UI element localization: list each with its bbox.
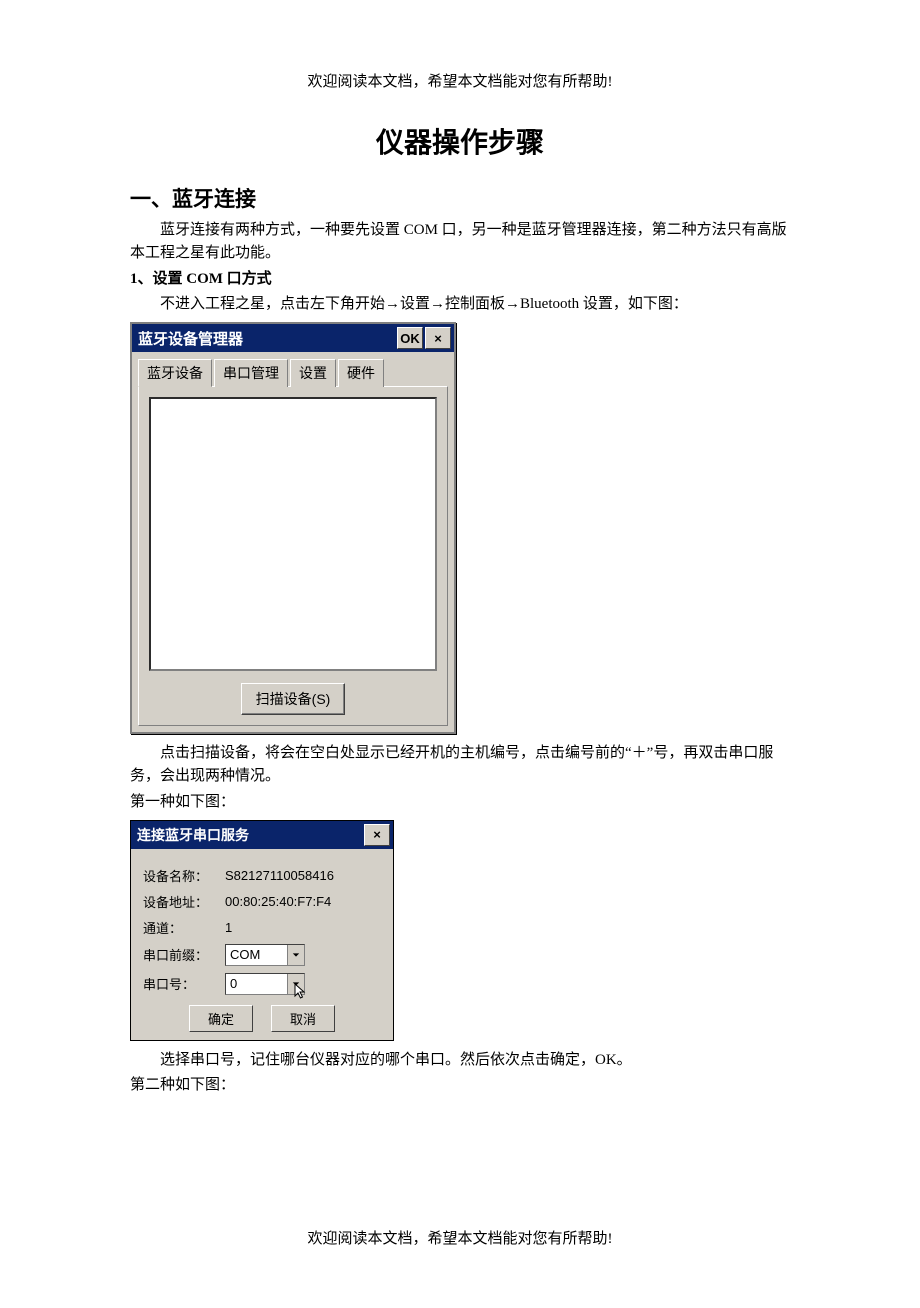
dialog2-close-button[interactable]: × [364, 824, 390, 846]
page-footer-greeting: 欢迎阅读本文档，希望本文档能对您有所帮助! [130, 1227, 790, 1248]
serial-number-value: 0 [226, 976, 287, 991]
dialog1-close-button[interactable]: × [425, 327, 451, 349]
dialog2-form: 设备名称： S82127110058416 设备地址： 00:80:25:40:… [131, 849, 393, 1040]
bluetooth-device-manager-dialog: 蓝牙设备管理器 OK × 蓝牙设备 串口管理 设置 硬件 扫描设备(S) [130, 322, 456, 734]
chevron-down-icon [287, 974, 304, 994]
section-1-heading: 一、蓝牙连接 [130, 183, 790, 213]
dialog1-titlebar: 蓝牙设备管理器 OK × [132, 324, 454, 352]
device-name-value: S82127110058416 [225, 868, 334, 883]
serial-prefix-value: COM [226, 947, 287, 962]
tab-serial-management[interactable]: 串口管理 [214, 359, 288, 387]
dialog2-ok-button[interactable]: 确定 [189, 1005, 253, 1032]
tab-bluetooth-devices[interactable]: 蓝牙设备 [138, 359, 212, 387]
serial-prefix-combobox[interactable]: COM [225, 944, 305, 966]
dialog2-cancel-button[interactable]: 取消 [271, 1005, 335, 1032]
section-1-p4: 第一种如下图： [130, 791, 790, 814]
dialog1-tabpanel: 扫描设备(S) [138, 386, 448, 726]
dialog1-tabs: 蓝牙设备 串口管理 设置 硬件 [132, 352, 454, 386]
page-header-greeting: 欢迎阅读本文档，希望本文档能对您有所帮助! [130, 70, 790, 91]
tab-settings[interactable]: 设置 [290, 359, 336, 387]
section-1-sub1: 1、设置 COM 口方式 [130, 268, 790, 291]
device-address-label: 设备地址： [143, 892, 225, 911]
dialog1-title: 蓝牙设备管理器 [138, 328, 243, 349]
device-listbox[interactable] [149, 397, 437, 671]
section-1-p6: 第二种如下图： [130, 1074, 790, 1097]
section-1-p1: 蓝牙连接有两种方式，一种要先设置 COM 口，另一种是蓝牙管理器连接，第二种方法… [130, 219, 790, 266]
section-1-p5: 选择串口号，记住哪台仪器对应的哪个串口。然后依次点击确定，OK。 [130, 1049, 790, 1072]
device-name-label: 设备名称： [143, 866, 225, 885]
chevron-down-icon [287, 945, 304, 965]
channel-label: 通道： [143, 918, 225, 937]
serial-number-label: 串口号： [143, 974, 225, 993]
scan-devices-button[interactable]: 扫描设备(S) [241, 683, 346, 715]
section-1-p2: 不进入工程之星，点击左下角开始→设置→控制面板→Bluetooth 设置，如下图… [130, 293, 790, 316]
section-1-p3: 点击扫描设备，将会在空白处显示已经开机的主机编号，点击编号前的“＋”号，再双击串… [130, 742, 790, 789]
serial-number-combobox[interactable]: 0 [225, 973, 305, 995]
serial-prefix-label: 串口前缀： [143, 945, 225, 964]
dialog1-ok-button[interactable]: OK [397, 327, 423, 349]
channel-value: 1 [225, 920, 232, 935]
document-title: 仪器操作步骤 [130, 121, 790, 161]
device-address-value: 00:80:25:40:F7:F4 [225, 894, 331, 909]
tab-hardware[interactable]: 硬件 [338, 359, 384, 387]
dialog2-titlebar: 连接蓝牙串口服务 × [131, 821, 393, 849]
connect-bluetooth-serial-dialog: 连接蓝牙串口服务 × 设备名称： S82127110058416 设备地址： 0… [130, 820, 394, 1041]
dialog2-title: 连接蓝牙串口服务 [137, 825, 249, 845]
